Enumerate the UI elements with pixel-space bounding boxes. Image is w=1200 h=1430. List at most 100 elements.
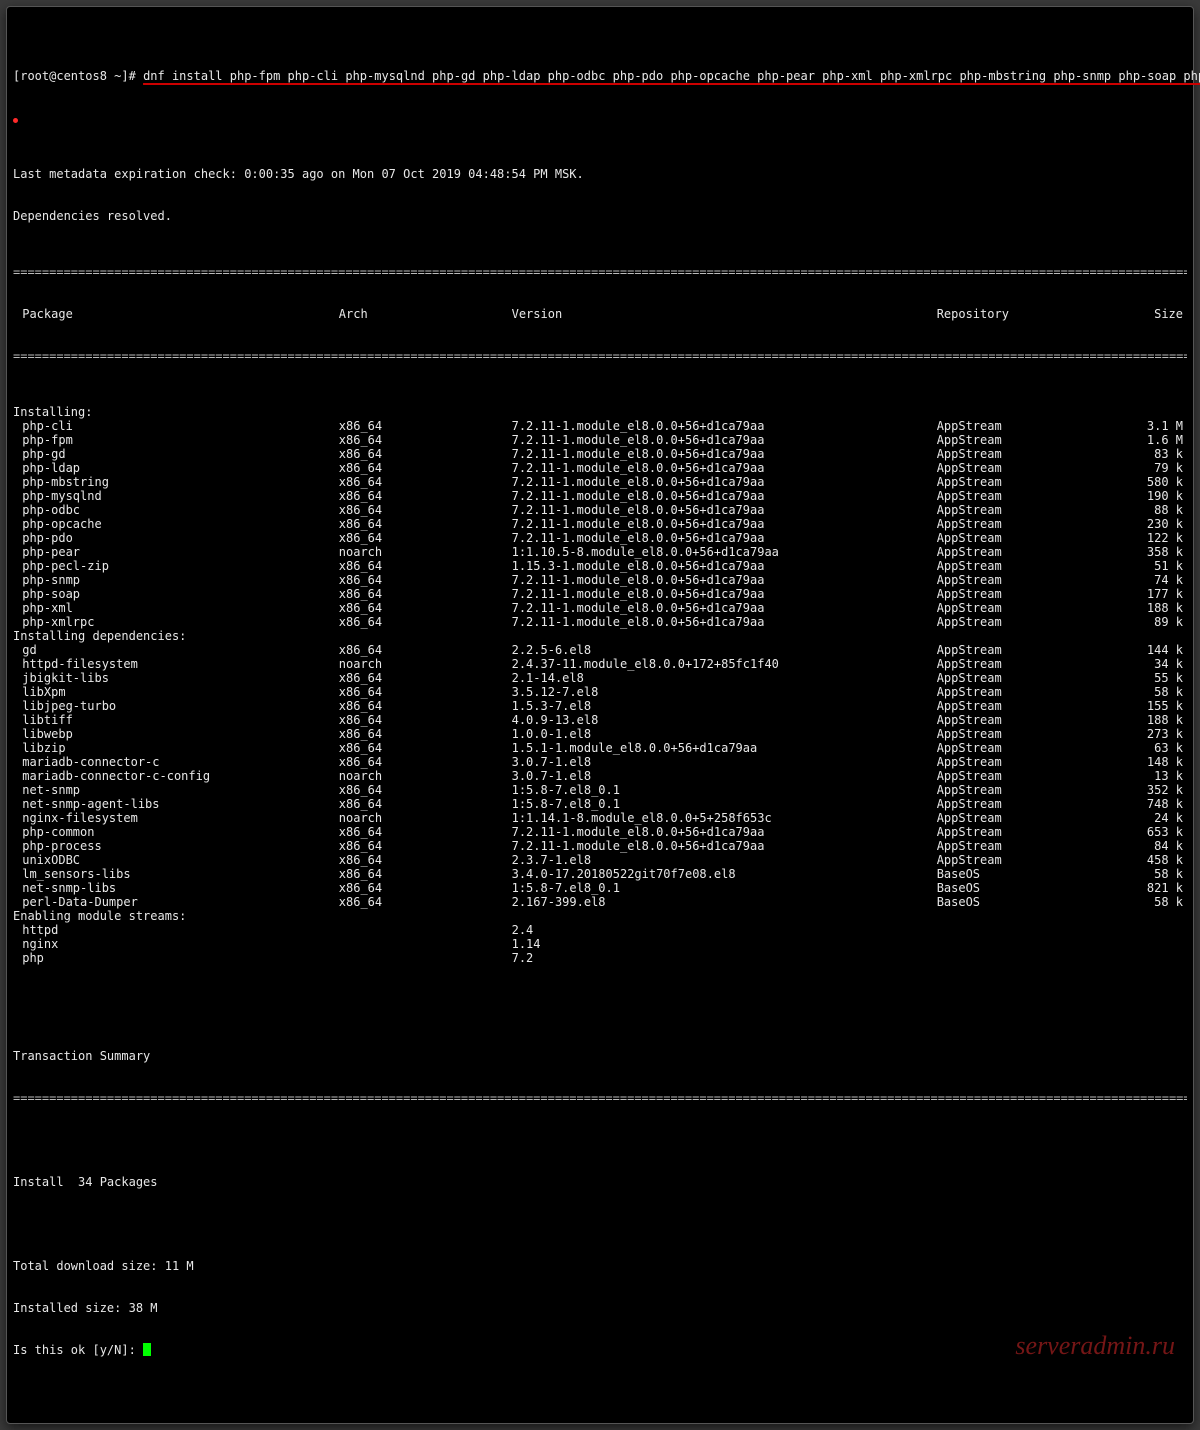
cell-version: 7.2.11-1.module_el8.0.0+56+d1ca79aa [512, 615, 937, 629]
cell-arch: x86_64 [339, 615, 512, 629]
cell-version: 3.4.0-17.20180522git70f7e08.el8 [512, 867, 937, 881]
cell-arch: x86_64 [339, 783, 512, 797]
cell-arch: x86_64 [339, 643, 512, 657]
deps-resolved-line: Dependencies resolved. [13, 209, 1187, 223]
cell-arch: x86_64 [339, 685, 512, 699]
cell-repo: AppStream [937, 559, 1132, 573]
cell-arch: noarch [339, 811, 512, 825]
cell-version: 1.15.3-1.module_el8.0.0+56+d1ca79aa [512, 559, 937, 573]
cell-package: php-opcache [13, 517, 339, 531]
cell-arch [339, 923, 512, 937]
cell-package: php-pdo [13, 531, 339, 545]
cell-version: 1.5.3-7.el8 [512, 699, 937, 713]
table-row: php-mysqlndx86_647.2.11-1.module_el8.0.0… [13, 489, 1187, 503]
cell-size: 63 k [1131, 741, 1187, 755]
shell-command: dnf install php-fpm php-cli php-mysqlnd … [143, 69, 1200, 83]
table-row: libwebpx86_641.0.0-1.el8AppStream273 k [13, 727, 1187, 741]
table-row: libXpmx86_643.5.12-7.el8AppStream58 k [13, 685, 1187, 699]
cell-repo: AppStream [937, 769, 1132, 783]
cell-package: php-snmp [13, 573, 339, 587]
cell-package: php-pear [13, 545, 339, 559]
section-title: Installing: [13, 405, 1187, 419]
cell-arch: x86_64 [339, 475, 512, 489]
cell-size: 748 k [1131, 797, 1187, 811]
cell-arch: x86_64 [339, 853, 512, 867]
cell-version: 3.5.12-7.el8 [512, 685, 937, 699]
cell-version: 1:1.10.5-8.module_el8.0.0+56+d1ca79aa [512, 545, 937, 559]
cell-package: jbigkit-libs [13, 671, 339, 685]
cell-size: 188 k [1131, 713, 1187, 727]
table-row: php-xmlx86_647.2.11-1.module_el8.0.0+56+… [13, 601, 1187, 615]
table-row: php-processx86_647.2.11-1.module_el8.0.0… [13, 839, 1187, 853]
cell-repo: AppStream [937, 545, 1132, 559]
cell-size: 58 k [1131, 685, 1187, 699]
cell-package: libjpeg-turbo [13, 699, 339, 713]
section-title: Enabling module streams: [13, 909, 1187, 923]
table-row: unixODBCx86_642.3.7-1.el8AppStream458 k [13, 853, 1187, 867]
cell-package: net-snmp-agent-libs [13, 797, 339, 811]
total-download-size: Total download size: 11 M [13, 1259, 1187, 1273]
cell-size: 34 k [1131, 657, 1187, 671]
cell-version: 7.2.11-1.module_el8.0.0+56+d1ca79aa [512, 433, 937, 447]
cell-package: php-process [13, 839, 339, 853]
cell-repo: AppStream [937, 419, 1132, 433]
cell-repo [937, 951, 1132, 965]
table-row: php-pecl-zipx86_641.15.3-1.module_el8.0.… [13, 559, 1187, 573]
cell-repo: BaseOS [937, 881, 1132, 895]
package-sections: Installing: php-clix86_647.2.11-1.module… [13, 405, 1187, 965]
col-package: Package [13, 307, 339, 321]
cell-repo: AppStream [937, 503, 1132, 517]
cell-repo: AppStream [937, 853, 1132, 867]
confirm-prompt[interactable]: Is this ok [y/N]: [13, 1343, 1187, 1357]
cell-version: 3.0.7-1.el8 [512, 769, 937, 783]
table-row: nginx-filesystemnoarch1:1.14.1-8.module_… [13, 811, 1187, 825]
cell-arch: x86_64 [339, 741, 512, 755]
cell-size: 74 k [1131, 573, 1187, 587]
cell-arch: x86_64 [339, 489, 512, 503]
table-row: libzipx86_641.5.1-1.module_el8.0.0+56+d1… [13, 741, 1187, 755]
terminal-window[interactable]: [root@centos8 ~]# dnf install php-fpm ph… [6, 6, 1194, 1424]
cell-repo: AppStream [937, 783, 1132, 797]
cell-package: libtiff [13, 713, 339, 727]
table-row: php-commonx86_647.2.11-1.module_el8.0.0+… [13, 825, 1187, 839]
table-row: httpd-filesystemnoarch2.4.37-11.module_e… [13, 657, 1187, 671]
cell-repo: AppStream [937, 839, 1132, 853]
table-header: Package Arch Version Repository Size [13, 307, 1187, 321]
cell-size: 83 k [1131, 447, 1187, 461]
cell-package: php-common [13, 825, 339, 839]
table-row: jbigkit-libsx86_642.1-14.el8AppStream55 … [13, 671, 1187, 685]
cell-package: nginx-filesystem [13, 811, 339, 825]
cell-version: 2.3.7-1.el8 [512, 853, 937, 867]
cell-version: 2.4.37-11.module_el8.0.0+172+85fc1f40 [512, 657, 937, 671]
cell-size: 358 k [1131, 545, 1187, 559]
table-row: net-snmp-agent-libsx86_641:5.8-7.el8_0.1… [13, 797, 1187, 811]
table-row: php-gdx86_647.2.11-1.module_el8.0.0+56+d… [13, 447, 1187, 461]
cell-version: 1.14 [512, 937, 937, 951]
table-row: php-pdox86_647.2.11-1.module_el8.0.0+56+… [13, 531, 1187, 545]
col-size: Size [1131, 307, 1187, 321]
cell-arch: x86_64 [339, 433, 512, 447]
table-row: libtiffx86_644.0.9-13.el8AppStream188 k [13, 713, 1187, 727]
cell-repo: AppStream [937, 797, 1132, 811]
cell-version: 1:5.8-7.el8_0.1 [512, 881, 937, 895]
cell-arch: x86_64 [339, 419, 512, 433]
cell-version: 7.2.11-1.module_el8.0.0+56+d1ca79aa [512, 587, 937, 601]
cell-repo: AppStream [937, 447, 1132, 461]
cell-version: 7.2 [512, 951, 937, 965]
cell-repo: AppStream [937, 643, 1132, 657]
cell-size: 580 k [1131, 475, 1187, 489]
cell-size: 155 k [1131, 699, 1187, 713]
table-row: perl-Data-Dumperx86_642.167-399.el8BaseO… [13, 895, 1187, 909]
underline-end-dot [13, 118, 18, 123]
cell-size: 122 k [1131, 531, 1187, 545]
cell-package: httpd [13, 923, 339, 937]
cell-version: 7.2.11-1.module_el8.0.0+56+d1ca79aa [512, 475, 937, 489]
cell-repo: BaseOS [937, 895, 1132, 909]
cell-package: net-snmp-libs [13, 881, 339, 895]
cell-arch: x86_64 [339, 839, 512, 853]
table-row: gdx86_642.2.5-6.el8AppStream144 k [13, 643, 1187, 657]
cell-arch: x86_64 [339, 517, 512, 531]
cell-version: 3.0.7-1.el8 [512, 755, 937, 769]
col-repo: Repository [937, 307, 1132, 321]
cell-size: 84 k [1131, 839, 1187, 853]
